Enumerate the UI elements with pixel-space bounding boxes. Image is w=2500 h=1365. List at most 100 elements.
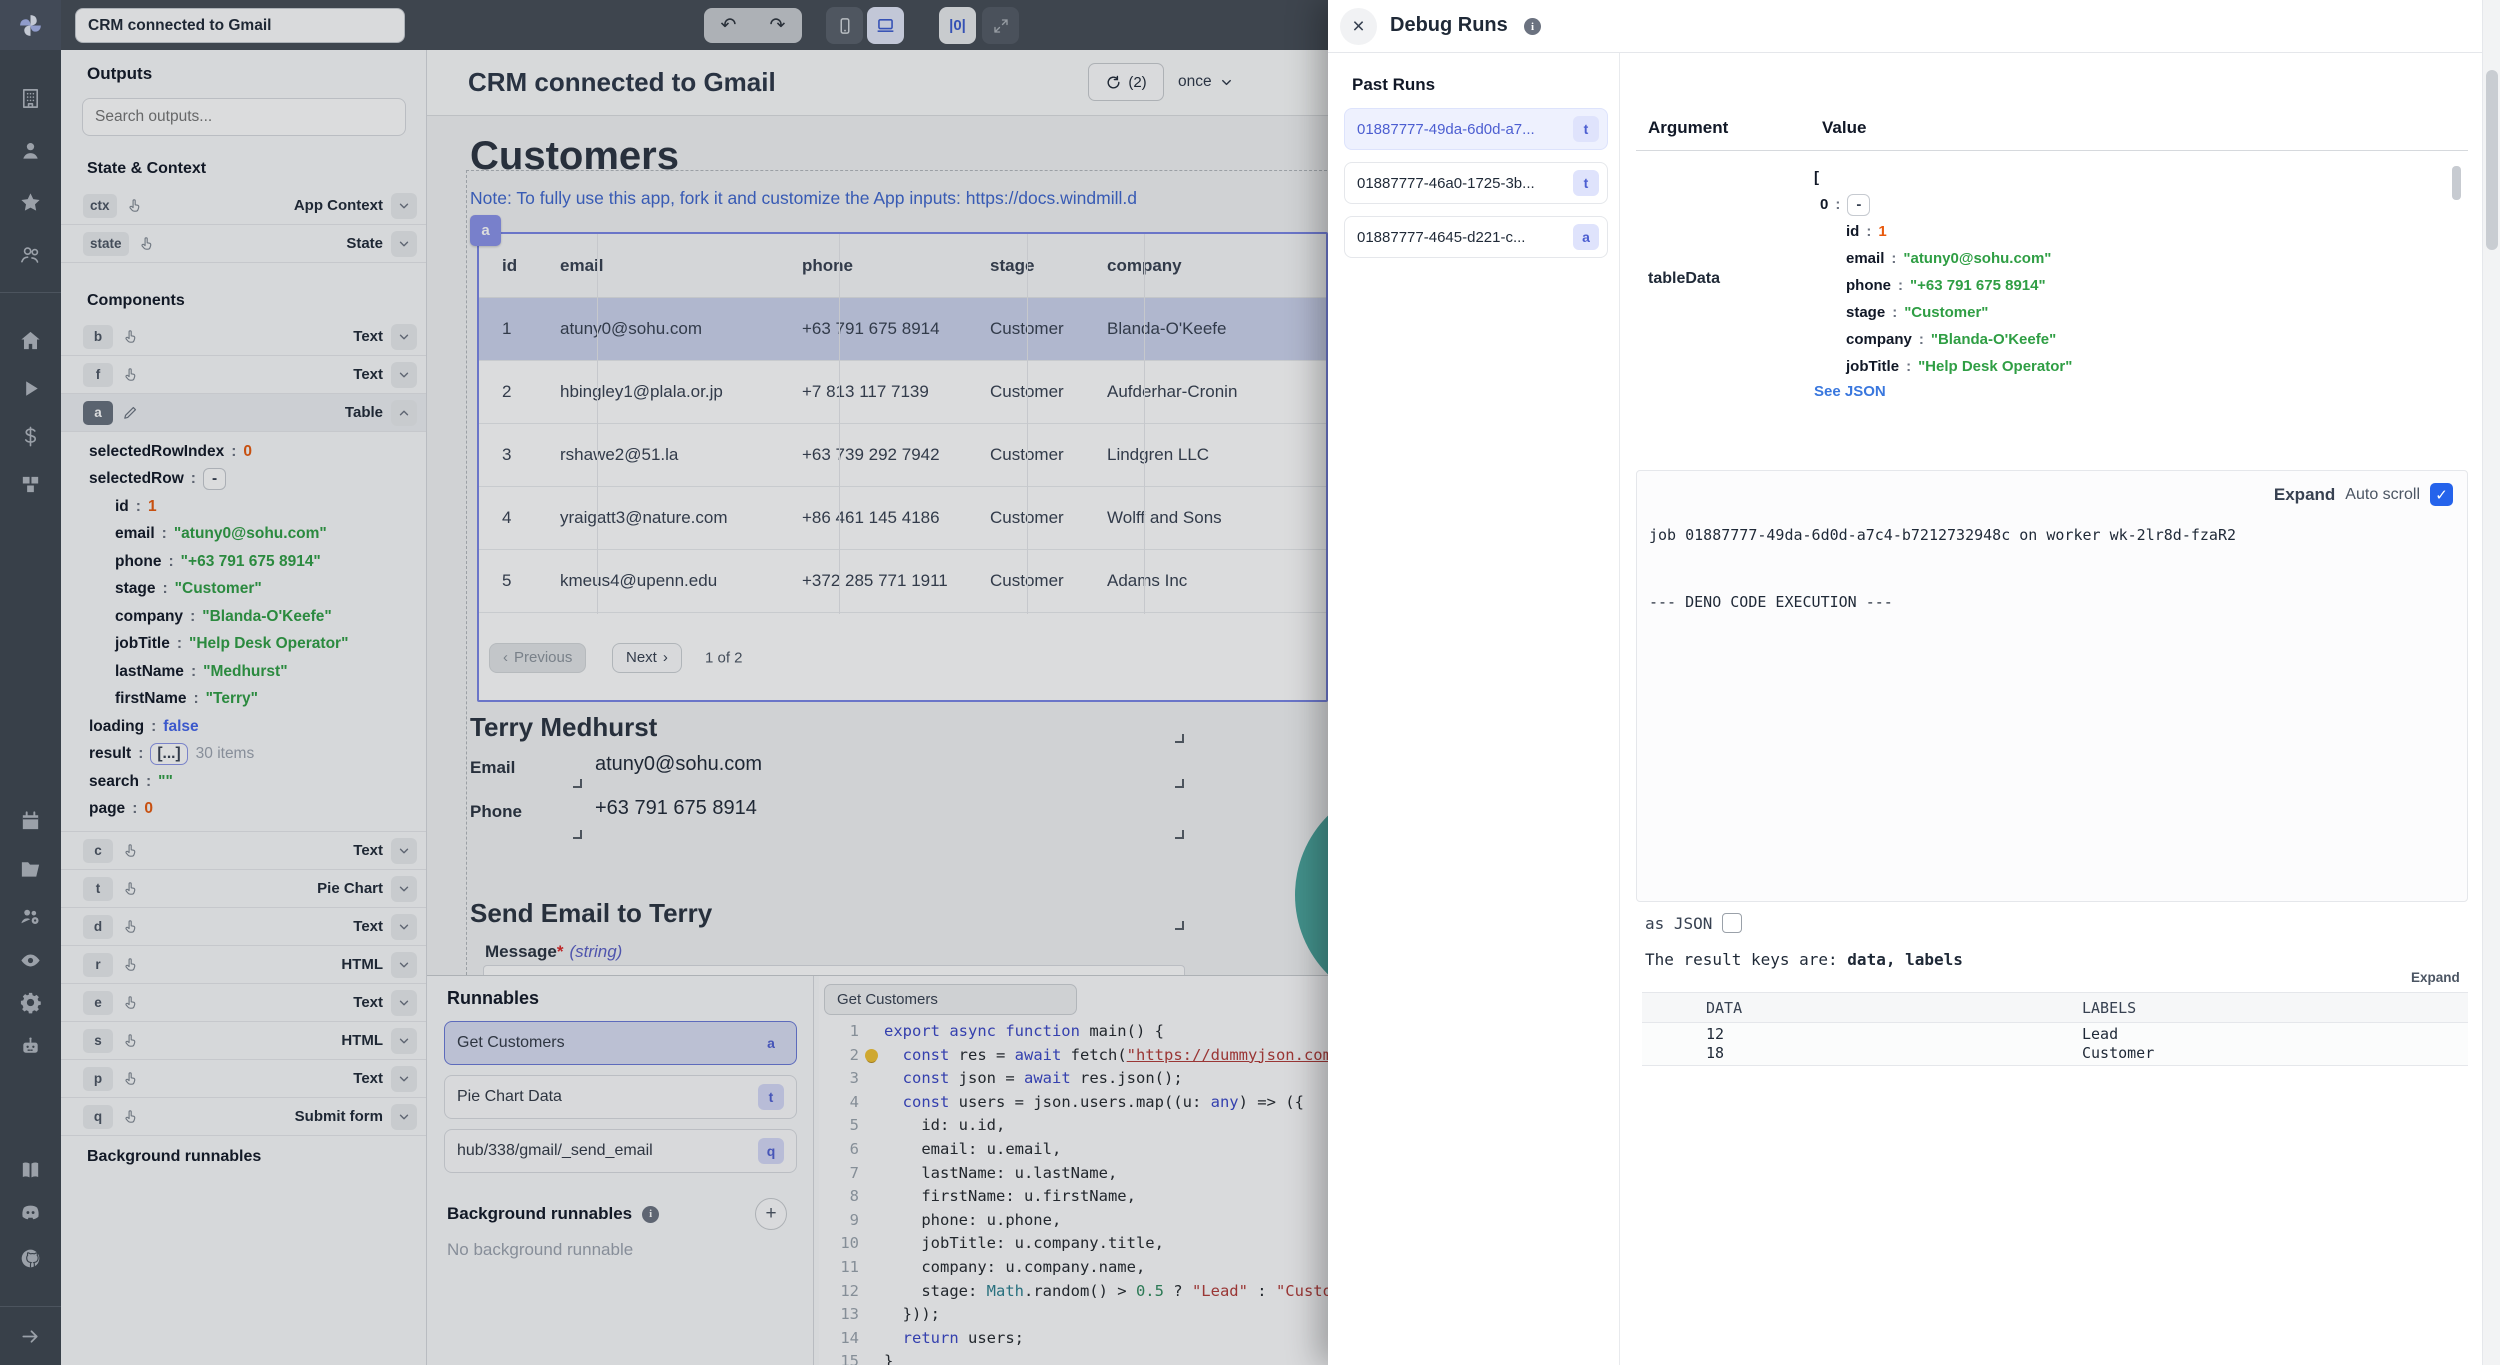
past-run-item[interactable]: 01887777-46a0-1725-3b...t (1344, 162, 1608, 204)
state-entry: email:"atuny0@sohu.com" (1814, 245, 2414, 272)
drawer-scrollbar[interactable] (2482, 0, 2500, 1365)
windmill-logo[interactable] (0, 0, 61, 50)
runnable-item[interactable]: Get Customersa (444, 1021, 797, 1065)
search-outputs-input[interactable] (82, 98, 406, 136)
run-id: 01887777-49da-6d0d-a7... (1357, 121, 1535, 138)
runnable-item[interactable]: hub/338/gmail/_send_emailq (444, 1129, 797, 1173)
output-row-e[interactable]: eText (61, 984, 427, 1022)
output-row-c[interactable]: cText (61, 832, 427, 870)
output-row-t[interactable]: tPie Chart (61, 870, 427, 908)
chevron-down-icon[interactable] (391, 990, 417, 1016)
refresh-button[interactable]: (2) (1088, 63, 1164, 101)
state-entry: jobTitle:"Help Desk Operator" (1814, 353, 2414, 380)
chevron-down-icon[interactable] (391, 952, 417, 978)
lightbulb-icon[interactable] (865, 1049, 878, 1062)
chevron-down-icon[interactable] (391, 876, 417, 902)
see-json-link[interactable]: See JSON (1814, 383, 1886, 400)
chevron-down-icon (1219, 75, 1234, 90)
discord-icon[interactable] (19, 1200, 43, 1224)
users-icon[interactable] (19, 242, 43, 266)
chevron-down-icon[interactable] (391, 231, 417, 257)
collapse-toggle-button[interactable]: - (203, 468, 226, 490)
json-scrollbar[interactable] (2452, 166, 2461, 200)
editor-tab[interactable]: Get Customers (824, 984, 1077, 1015)
chevron-down-icon[interactable] (391, 1028, 417, 1054)
table-component-badge[interactable]: a (470, 215, 501, 246)
calendar-icon[interactable] (19, 808, 43, 832)
next-page-button[interactable]: Next› (612, 643, 682, 673)
result-expand-button[interactable]: Expand (2411, 970, 2460, 985)
message-input[interactable] (483, 965, 1185, 975)
building-icon[interactable] (19, 86, 43, 110)
table-row[interactable]: 4yraigatt3@nature.com+86 461 145 4186Cus… (479, 487, 1326, 550)
autoscroll-checkbox[interactable]: ✓ (2430, 483, 2453, 506)
output-row-b[interactable]: bText (61, 318, 427, 356)
output-row-s[interactable]: sHTML (61, 1022, 427, 1060)
app-title-input[interactable] (75, 8, 405, 43)
chevron-down-icon[interactable] (391, 193, 417, 219)
output-row-ctx[interactable]: ctxApp Context (61, 187, 427, 225)
code-editor[interactable]: Get Customers 1export async function mai… (819, 976, 1328, 1365)
state-entry: page:0 (61, 796, 427, 824)
code-line: 3 const json = await res.json(); (819, 1067, 1328, 1091)
table-row[interactable]: 2hbingley1@plala.or.jp+7 813 117 7139Cus… (479, 361, 1326, 424)
debug-runs-drawer: × Debug Runs i Past Runs 01887777-49da-6… (1328, 0, 2500, 1365)
past-run-item[interactable]: 01887777-49da-6d0d-a7...t (1344, 108, 1608, 150)
redo-icon[interactable]: ↷ (753, 8, 802, 43)
table-row[interactable]: 5kmeus4@upenn.edu+372 285 771 1911Custom… (479, 550, 1326, 613)
schedule-dropdown[interactable]: once (1178, 63, 1234, 101)
star-icon[interactable] (19, 190, 43, 214)
boxes-icon[interactable] (19, 472, 43, 496)
output-row-p[interactable]: pText (61, 1060, 427, 1098)
component-type-label: Pie Chart (317, 880, 383, 897)
collapse-sidebar-icon[interactable] (19, 1324, 43, 1348)
chevron-down-icon[interactable] (391, 1066, 417, 1092)
user-icon[interactable] (19, 138, 43, 162)
chevron-down-icon[interactable] (391, 362, 417, 388)
play-icon[interactable] (19, 376, 43, 400)
home-icon[interactable] (19, 328, 43, 352)
expand-icon[interactable] (982, 7, 1019, 44)
customers-heading: Customers (470, 134, 679, 179)
output-row-state[interactable]: stateState (61, 225, 427, 263)
chevron-down-icon[interactable] (391, 838, 417, 864)
output-row-d[interactable]: dText (61, 908, 427, 946)
dollar-icon[interactable] (19, 424, 43, 448)
output-row-f[interactable]: fText (61, 356, 427, 394)
gear-icon[interactable] (19, 990, 43, 1014)
add-background-runnable-button[interactable]: + (755, 1198, 787, 1230)
autoscroll-label: Auto scroll (2345, 486, 2420, 504)
chevron-down-icon[interactable] (391, 1104, 417, 1130)
log-controls: Expand Auto scroll ✓ (2274, 483, 2453, 506)
chevron-up-icon[interactable] (391, 400, 417, 426)
table-row[interactable]: 3rshawe2@51.la+63 739 292 7942CustomerLi… (479, 424, 1326, 487)
expand-array-button[interactable]: [...] (150, 743, 187, 765)
desktop-preview-icon[interactable] (867, 7, 904, 44)
component-type-label: Text (353, 328, 383, 345)
folder-icon[interactable] (19, 856, 43, 880)
component-type-label: HTML (341, 956, 383, 973)
log-expand-button[interactable]: Expand (2274, 485, 2335, 505)
eye-icon[interactable] (19, 948, 43, 972)
undo-icon[interactable]: ↶ (704, 8, 753, 43)
as-json-checkbox[interactable] (1722, 913, 1742, 933)
code-line: 10 jobTitle: u.company.title, (819, 1232, 1328, 1256)
robot-icon[interactable] (19, 1034, 43, 1058)
code-line: 9 phone: u.phone, (819, 1209, 1328, 1233)
user-group-gear-icon[interactable] (19, 904, 43, 928)
runnable-item[interactable]: Pie Chart Datat (444, 1075, 797, 1119)
previous-page-button[interactable]: ‹Previous (489, 643, 586, 673)
book-icon[interactable] (19, 1158, 43, 1182)
mobile-preview-icon[interactable] (826, 7, 863, 44)
output-row-q[interactable]: qSubmit form (61, 1098, 427, 1136)
collapse-toggle-button[interactable]: - (1847, 194, 1870, 216)
table-row[interactable]: 1atuny0@sohu.com+63 791 675 8914Customer… (479, 298, 1326, 361)
chevron-down-icon[interactable] (391, 324, 417, 350)
close-icon[interactable]: × (1340, 8, 1377, 45)
output-row-a[interactable]: aTable (61, 394, 427, 432)
output-row-r[interactable]: rHTML (61, 946, 427, 984)
alignment-icon[interactable]: |0| (939, 7, 976, 44)
chevron-down-icon[interactable] (391, 914, 417, 940)
past-run-item[interactable]: 01887777-4645-d221-c...a (1344, 216, 1608, 258)
github-icon[interactable] (19, 1246, 43, 1270)
